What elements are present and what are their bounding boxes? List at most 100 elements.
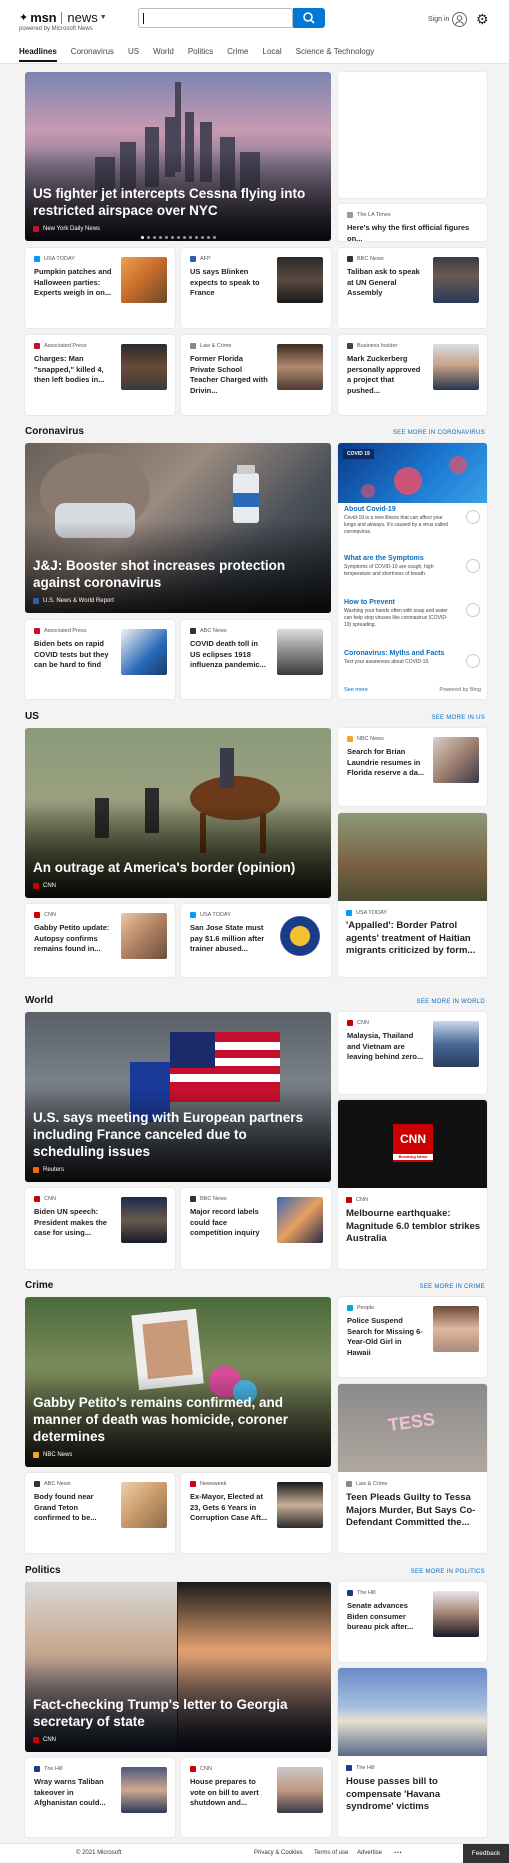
story-title[interactable]: House prepares to vote on bill to avert … [190, 1777, 268, 1809]
hero-story[interactable]: U.S. says meeting with European partners… [25, 1012, 331, 1182]
nav-crime[interactable]: Crime [227, 47, 248, 62]
story-title[interactable]: 'Appalled': Border Patrol agents' treatm… [346, 920, 484, 958]
story-title[interactable]: Taliban ask to speak at UN General Assem… [347, 267, 425, 299]
story-title[interactable]: Police Suspend Search for Missing 6-Year… [347, 1316, 425, 1358]
section-title-coronavirus[interactable]: Coronavirus [25, 426, 84, 437]
covid-item-heading[interactable]: Coronavirus: Myths and Facts [344, 650, 480, 657]
story-card[interactable]: CNN Malaysia, Thailand and Vietnam are l… [338, 1012, 487, 1094]
see-more-world[interactable]: SEE MORE IN WORLD [417, 999, 485, 1005]
story-card-large[interactable]: The Hill House passes bill to compensate… [338, 1668, 487, 1837]
nav-world[interactable]: World [153, 47, 174, 62]
see-more-politics[interactable]: SEE MORE IN POLITICS [411, 1569, 485, 1575]
carousel-dots[interactable] [25, 236, 331, 239]
nav-local[interactable]: Local [263, 47, 282, 62]
covid-item[interactable]: How to Prevent Washing your hands often … [344, 599, 480, 629]
covid-item[interactable]: What are the Symptoms Symptoms of COVID-… [344, 555, 480, 578]
story-title[interactable]: Senate advances Biden consumer bureau pi… [347, 1601, 425, 1633]
story-card[interactable]: The Hill Senate advances Biden consumer … [338, 1582, 487, 1662]
story-card[interactable]: BBC News Taliban ask to speak at UN Gene… [338, 248, 487, 328]
hero-story[interactable]: Gabby Petito's remains confirmed, and ma… [25, 1297, 331, 1467]
footer-link-privacy[interactable]: Privacy & Cookies [254, 1850, 303, 1856]
story-title[interactable]: San Jose State must pay $1.6 million aft… [190, 923, 268, 955]
more-options-icon[interactable]: ··· [394, 1848, 402, 1857]
hero-story[interactable]: J&J: Booster shot increases protection a… [25, 443, 331, 613]
story-card[interactable]: USA TODAY San Jose State must pay $1.6 m… [181, 904, 331, 977]
story-card[interactable]: The Hill Wray warns Taliban takeover in … [25, 1758, 175, 1837]
side-story[interactable]: The LA Times Here's why the first offici… [338, 204, 487, 244]
hero-story[interactable]: Fact-checking Trump's letter to Georgia … [25, 1582, 331, 1752]
story-title[interactable]: COVID death toll in US eclipses 1918 inf… [190, 639, 268, 671]
covid-see-more-link[interactable]: See more [344, 687, 368, 693]
story-card[interactable]: ABC News COVID death toll in US eclipses… [181, 620, 331, 699]
msn-logo[interactable]: ✦ msn news ▼ powered by Microsoft News [19, 10, 107, 32]
story-card-large[interactable]: USA TODAY 'Appalled': Border Patrol agen… [338, 813, 487, 977]
story-title[interactable]: US says Blinken expects to speak to Fran… [190, 267, 268, 299]
nav-coronavirus[interactable]: Coronavirus [71, 47, 114, 62]
nav-politics[interactable]: Politics [188, 47, 213, 62]
footer-link-advertise[interactable]: Advertise [357, 1850, 382, 1856]
story-card[interactable]: Associated Press Charges: Man "snapped,"… [25, 335, 175, 415]
story-title[interactable]: Biden UN speech: President makes the cas… [34, 1207, 112, 1239]
search-button[interactable] [293, 8, 325, 28]
covid-item-heading[interactable]: How to Prevent [344, 599, 480, 606]
story-title[interactable]: Wray warns Taliban takeover in Afghanist… [34, 1777, 112, 1809]
story-card[interactable]: People Police Suspend Search for Missing… [338, 1297, 487, 1377]
see-more-crime[interactable]: SEE MORE IN CRIME [420, 1284, 485, 1290]
hero-title[interactable]: US fighter jet intercepts Cessna flying … [33, 185, 321, 219]
story-title[interactable]: Pumpkin patches and Halloween parties: E… [34, 267, 112, 299]
search-input[interactable] [138, 8, 293, 28]
covid-item-heading[interactable]: About Covid-19 [344, 506, 480, 513]
story-title[interactable]: Major record labels could face competiti… [190, 1207, 268, 1239]
story-card[interactable]: Associated Press Biden bets on rapid COV… [25, 620, 175, 699]
story-title[interactable]: Here's why the first official figures on… [347, 223, 482, 244]
story-card[interactable]: CNN House prepares to vote on bill to av… [181, 1758, 331, 1837]
covid-item-heading[interactable]: What are the Symptoms [344, 555, 480, 562]
story-title[interactable]: Ex-Mayor, Elected at 23, Gets 6 Years in… [190, 1492, 268, 1524]
story-title[interactable]: Former Florida Private School Teacher Ch… [190, 354, 268, 396]
story-title[interactable]: Mark Zuckerberg personally approved a pr… [347, 354, 425, 396]
hero-title[interactable]: U.S. says meeting with European partners… [33, 1109, 321, 1160]
hero-title[interactable]: Fact-checking Trump's letter to Georgia … [33, 1696, 321, 1730]
story-title[interactable]: House passes bill to compensate 'Havana … [346, 1776, 484, 1814]
covid-item[interactable]: About Covid-19 Covid-19 is a new illness… [344, 506, 480, 536]
hero-story[interactable]: An outrage at America's border (opinion)… [25, 728, 331, 898]
hero-title[interactable]: Gabby Petito's remains confirmed, and ma… [33, 1394, 321, 1445]
story-title[interactable]: Charges: Man "snapped," killed 4, then l… [34, 354, 112, 386]
nav-us[interactable]: US [128, 47, 139, 62]
story-card[interactable]: ABC News Body found near Grand Teton con… [25, 1473, 175, 1553]
story-card[interactable]: CNN Gabby Petito update: Autopsy confirm… [25, 904, 175, 977]
nav-headlines[interactable]: Headlines [19, 47, 57, 62]
user-icon[interactable] [452, 12, 467, 27]
story-title[interactable]: Melbourne earthquake: Magnitude 6.0 temb… [346, 1208, 484, 1246]
story-title[interactable]: Biden bets on rapid COVID tests but they… [34, 639, 112, 671]
see-more-coronavirus[interactable]: SEE MORE IN CORONAVIRUS [393, 430, 485, 436]
see-more-us[interactable]: SEE MORE IN US [431, 715, 485, 721]
story-title[interactable]: Malaysia, Thailand and Vietnam are leavi… [347, 1031, 425, 1063]
story-card[interactable]: Newsweek Ex-Mayor, Elected at 23, Gets 6… [181, 1473, 331, 1553]
gear-icon[interactable]: ⚙ [476, 12, 489, 26]
story-card-large[interactable]: TESS Law & Crime Teen Pleads Guilty to T… [338, 1384, 487, 1553]
story-title[interactable]: Search for Brian Laundrie resumes in Flo… [347, 747, 425, 779]
story-card[interactable]: NBC News Search for Brian Laundrie resum… [338, 728, 487, 806]
section-title-crime[interactable]: Crime [25, 1280, 53, 1291]
covid-item[interactable]: Coronavirus: Myths and Facts Test your a… [344, 650, 480, 668]
story-title[interactable]: Teen Pleads Guilty to Tessa Majors Murde… [346, 1492, 484, 1530]
story-card[interactable]: USA TODAY Pumpkin patches and Halloween … [25, 248, 175, 328]
section-title-us[interactable]: US [25, 711, 39, 722]
footer-link-terms[interactable]: Terms of use [314, 1850, 348, 1856]
hero-title[interactable]: J&J: Booster shot increases protection a… [33, 557, 321, 591]
story-card[interactable]: Law & Crime Former Florida Private Schoo… [181, 335, 331, 415]
feedback-button[interactable]: Feedback [463, 1844, 509, 1863]
section-title-world[interactable]: World [25, 995, 53, 1006]
story-card-large[interactable]: CNN Breaking News CNN Melbourne earthquak… [338, 1100, 487, 1269]
nav-science-technology[interactable]: Science & Technology [296, 47, 375, 62]
story-title[interactable]: Body found near Grand Teton confirmed to… [34, 1492, 112, 1524]
story-card[interactable]: BBC News Major record labels could face … [181, 1188, 331, 1269]
story-card[interactable]: AFP US says Blinken expects to speak to … [181, 248, 331, 328]
section-title-politics[interactable]: Politics [25, 1565, 61, 1576]
story-title[interactable]: Gabby Petito update: Autopsy confirms re… [34, 923, 112, 955]
story-card[interactable]: CNN Biden UN speech: President makes the… [25, 1188, 175, 1269]
hero-title[interactable]: An outrage at America's border (opinion) [33, 859, 321, 876]
sign-in-link[interactable]: Sign in [428, 16, 449, 23]
hero-story[interactable]: US fighter jet intercepts Cessna flying … [25, 72, 331, 241]
